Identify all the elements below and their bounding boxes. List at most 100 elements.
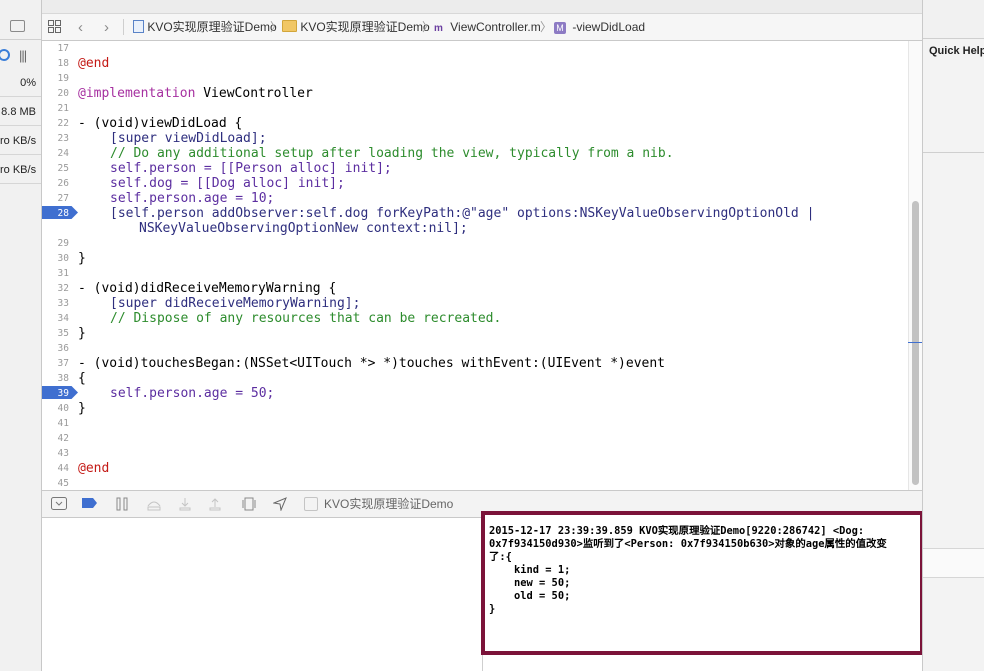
line-number: 32 (57, 283, 69, 294)
message-icon[interactable] (10, 20, 25, 32)
console-line: kind = 1; (489, 564, 571, 576)
breakpoints-toggle-icon[interactable] (82, 497, 98, 511)
line-number: 35 (57, 328, 69, 339)
debug-navigator: ||| 0% 8.8 MB ro KB/s ro KB/s (0, 0, 42, 671)
breadcrumb-group[interactable]: KVO实现原理验证Demo (282, 14, 430, 41)
line-number: 30 (57, 253, 69, 264)
divider (923, 152, 984, 153)
location-icon[interactable] (272, 497, 287, 512)
console-line: 2015-12-17 23:39:39.859 KVO实现原理验证Demo[92… (489, 525, 865, 537)
library-bar[interactable] (923, 548, 984, 578)
cpu-gauge-icon[interactable] (0, 49, 10, 61)
navigator-header (0, 0, 41, 40)
line-number: 25 (57, 163, 69, 174)
hide-debug-area-icon[interactable] (51, 497, 67, 511)
app-target-icon (304, 497, 318, 511)
code-line: @implementation ViewController (78, 86, 313, 101)
line-number: 17 (57, 43, 69, 54)
disk-gauge[interactable]: ro KB/s (0, 127, 41, 155)
step-over-icon[interactable] (146, 497, 162, 511)
debug-target-label[interactable]: KVO实现原理验证Demo (324, 491, 453, 517)
code-line: self.dog = [[Dog alloc] init]; (110, 176, 345, 191)
breadcrumb-file[interactable]: m ViewController.m (434, 14, 541, 41)
line-number: 42 (57, 433, 69, 444)
method-icon: M (554, 22, 566, 34)
line-number: 24 (57, 148, 69, 159)
editor-scrollbar[interactable] (908, 41, 923, 490)
line-number: 19 (57, 73, 69, 84)
line-number: 31 (57, 268, 69, 279)
code-line: - (void)viewDidLoad { (78, 116, 243, 131)
line-number: 43 (57, 448, 69, 459)
scrollbar-thumb[interactable] (912, 201, 919, 485)
line-number: 23 (57, 133, 69, 144)
code-comment: // Do any additional setup after loading… (110, 146, 674, 161)
line-number: 26 (57, 178, 69, 189)
memory-gauge[interactable]: 8.8 MB (0, 98, 41, 126)
code-line: self.person = [[Person alloc] init]; (110, 161, 392, 176)
line-number: 39 (57, 388, 69, 399)
pause-icon[interactable] (116, 497, 129, 511)
scrollbar-marker (908, 342, 923, 343)
breadcrumb-separator-icon: 〉 (540, 20, 553, 34)
line-number: 40 (57, 403, 69, 414)
line-number: 38 (57, 373, 69, 384)
line-number: 18 (57, 58, 69, 69)
code-line: - (void)didReceiveMemoryWarning { (78, 281, 337, 296)
related-items-grid-icon[interactable] (48, 14, 61, 41)
console-line: 了:{ (489, 551, 512, 563)
line-number: 44 (57, 463, 69, 474)
m-file-icon: m (434, 23, 443, 34)
line-number: 22 (57, 118, 69, 129)
cpu-gauge[interactable]: 0% (0, 69, 41, 97)
gauge-icons: ||| (0, 43, 41, 69)
breadcrumb-project[interactable]: KVO实现原理验证Demo (133, 14, 277, 41)
line-number: 27 (57, 193, 69, 204)
step-into-icon[interactable] (178, 497, 192, 511)
jump-bar: ‹ › KVO实现原理验证Demo 〉 KVO实现原理验证Demo 〉 m Vi… (42, 13, 922, 41)
memory-gauge-icon[interactable]: ||| (19, 49, 27, 63)
console-line: old = 50; (489, 590, 571, 602)
utilities-inspector: Quick Help (922, 0, 984, 671)
line-number: 21 (57, 103, 69, 114)
code-line: [super didReceiveMemoryWarning]; (110, 296, 361, 311)
code-line: } (78, 326, 86, 341)
code-line: [self.person addObserver:self.dog forKey… (110, 206, 815, 221)
code-line: } (78, 401, 86, 416)
back-chevron-icon[interactable]: ‹ (78, 14, 83, 41)
forward-chevron-icon[interactable]: › (104, 14, 109, 41)
console-output-highlight: 2015-12-17 23:39:39.859 KVO实现原理验证Demo[92… (481, 511, 924, 655)
quick-help-title: Quick Help (929, 45, 984, 57)
line-number: 33 (57, 298, 69, 309)
code-line: @end (78, 56, 110, 71)
divider (123, 19, 124, 35)
network-gauge[interactable]: ro KB/s (0, 156, 41, 184)
line-number: 36 (57, 343, 69, 354)
code-line: [super viewDidLoad]; (110, 131, 267, 146)
code-line: self.person.age = 50; (110, 386, 275, 401)
project-icon (133, 20, 144, 33)
line-number: 45 (57, 478, 69, 489)
line-number: 34 (57, 313, 69, 324)
view-hierarchy-icon[interactable] (242, 497, 256, 511)
line-number: 41 (57, 418, 69, 429)
code-editor[interactable]: 17 18 19 20 21 22 23 24 25 26 27 28 29 3… (42, 41, 908, 490)
breadcrumb-separator-icon: 〉 (422, 20, 435, 34)
line-number: 20 (57, 88, 69, 99)
code-line: - (void)touchesBegan:(NSSet<UITouch *> *… (78, 356, 665, 371)
inspector-header (923, 0, 984, 39)
code-comment: // Dispose of any resources that can be … (110, 311, 502, 326)
breadcrumb-method[interactable]: M -viewDidLoad (554, 14, 645, 41)
line-number: 37 (57, 358, 69, 369)
step-out-icon[interactable] (208, 497, 222, 511)
code-line: NSKeyValueObservingOptionNew context:nil… (139, 221, 468, 236)
code-line: self.person.age = 10; (110, 191, 275, 206)
code-line: { (78, 371, 86, 386)
console-output[interactable]: 2015-12-17 23:39:39.859 KVO实现原理验证Demo[92… (489, 525, 917, 616)
code-line: } (78, 251, 86, 266)
line-number: 28 (57, 208, 69, 219)
console-line: new = 50; (489, 577, 571, 589)
folder-icon (282, 20, 297, 32)
variables-view[interactable] (42, 518, 483, 671)
breadcrumb-separator-icon: 〉 (270, 20, 283, 34)
